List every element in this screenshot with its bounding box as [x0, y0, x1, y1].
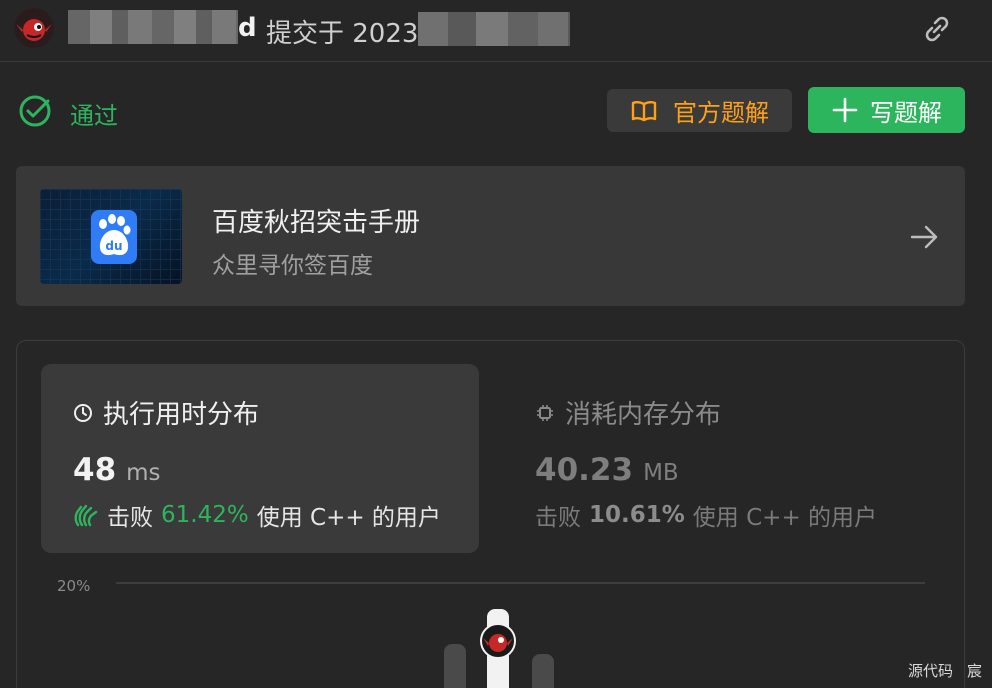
baidu-logo-icon: du: [91, 210, 137, 264]
check-circle-icon: [19, 95, 51, 127]
memory-beat-prefix: 击败: [535, 505, 581, 531]
memory-title-text: 消耗内存分布: [565, 400, 722, 430]
runtime-card[interactable]: 执行用时分布 48 ms 击败 61.42% 使用 C++ 的用户: [41, 364, 479, 553]
runtime-title-text: 执行用时分布: [103, 400, 260, 430]
avatar-icon: [14, 8, 54, 48]
runtime-metric: 48 ms: [73, 452, 161, 488]
runtime-value: 48: [73, 452, 117, 488]
logo-text: du: [105, 239, 122, 253]
watermark: 源代码 宸: [908, 660, 982, 681]
paw-icon: du: [99, 214, 131, 256]
clap-icon: [74, 504, 98, 527]
link-icon: [925, 16, 949, 42]
promo-image: du: [40, 189, 182, 284]
runtime-beat: 击败 61.42% 使用 C++ 的用户: [73, 498, 441, 532]
official-solution-button[interactable]: 官方题解: [607, 89, 792, 132]
watermark-left: 源代码: [907, 662, 953, 680]
runtime-beat-percent: 61.42%: [161, 502, 249, 528]
copy-link-button[interactable]: [920, 12, 954, 46]
submitted-time: 提交于 2023: [266, 19, 419, 49]
plus-icon: [832, 97, 858, 123]
runtime-unit: ms: [126, 460, 161, 486]
book-icon: [631, 100, 657, 121]
clock-icon: [74, 403, 92, 422]
memory-card[interactable]: 消耗内存分布 40.23 MB 击败 10.61% 使用 C++ 的用户: [535, 364, 955, 553]
promo-subtitle: 众里寻你签百度: [212, 253, 373, 279]
current-user-marker-icon: [480, 623, 516, 659]
memory-title: 消耗内存分布: [535, 394, 721, 431]
write-solution-label: 写题解: [870, 98, 942, 127]
performance-panel: 执行用时分布 48 ms 击败 61.42% 使用 C++ 的用户 消耗内存分布…: [16, 340, 965, 688]
username-redacted: [68, 10, 238, 44]
memory-metric: 40.23 MB: [535, 452, 679, 488]
promo-banner[interactable]: du 百度秋招突击手册 众里寻你签百度: [16, 166, 965, 306]
official-solution-label: 官方题解: [673, 99, 769, 127]
user-avatar[interactable]: [14, 8, 54, 48]
runtime-beat-suffix: 使用 C++ 的用户: [256, 505, 441, 531]
write-solution-button[interactable]: 写题解: [808, 87, 965, 133]
submission-header: d 提交于 2023: [0, 0, 992, 62]
submitted-time-redacted: [418, 12, 570, 46]
memory-beat-suffix: 使用 C++ 的用户: [692, 505, 878, 531]
runtime-beat-prefix: 击败: [107, 505, 153, 531]
distribution-bar[interactable]: [444, 644, 466, 688]
runtime-distribution-chart: 20%: [17, 561, 966, 688]
chip-icon: [537, 404, 553, 421]
memory-beat: 击败 10.61% 使用 C++ 的用户: [535, 498, 877, 532]
status-accepted: 通过: [70, 102, 118, 130]
runtime-title: 执行用时分布: [73, 394, 259, 431]
watermark-right: 宸: [966, 662, 982, 680]
arrow-right-icon: [910, 225, 938, 249]
distribution-bar[interactable]: [532, 654, 554, 688]
memory-value: 40.23: [535, 452, 634, 488]
promo-title: 百度秋招突击手册: [212, 208, 421, 238]
memory-beat-percent: 10.61%: [589, 502, 685, 528]
memory-unit: MB: [643, 460, 679, 486]
chart-canvas: [116, 582, 925, 688]
username-suffix: d: [238, 13, 257, 43]
y-tick-label: 20%: [57, 577, 91, 595]
